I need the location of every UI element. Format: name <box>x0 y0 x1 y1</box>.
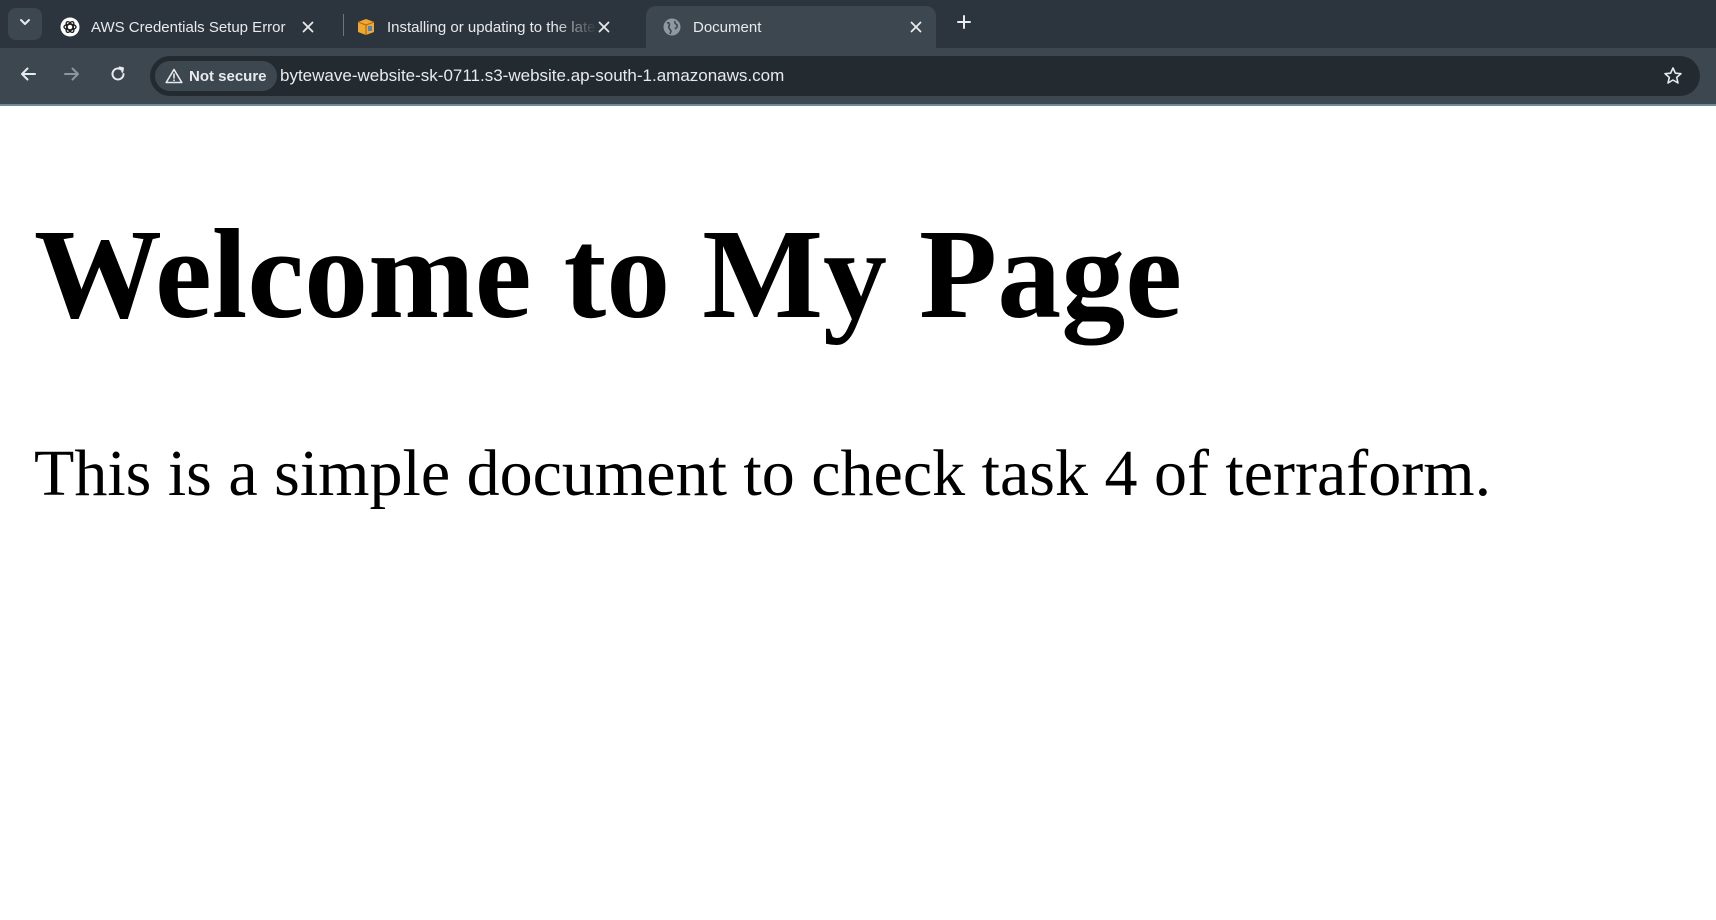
tab-aws-cli-install[interactable]: Installing or updating to the latest ver… <box>340 6 624 48</box>
site-info-button[interactable]: Not secure <box>155 61 277 91</box>
page-paragraph: This is a simple document to check task … <box>34 437 1492 510</box>
tab-strip: AWS Credentials Setup Error Installing o… <box>0 0 1716 48</box>
arrow-right-icon <box>62 64 82 89</box>
browser-window: AWS Credentials Setup Error Installing o… <box>0 0 1716 920</box>
arrow-left-icon <box>18 64 38 89</box>
page-heading: Welcome to My Page <box>34 203 1182 345</box>
openai-icon <box>60 17 80 37</box>
globe-icon <box>662 17 682 37</box>
tab-document[interactable]: Document <box>646 6 936 48</box>
tab-title: AWS Credentials Setup Error <box>91 18 286 36</box>
close-tab-icon[interactable] <box>906 17 926 37</box>
url-text[interactable]: bytewave-website-sk-0711.s3-website.ap-s… <box>280 56 784 96</box>
tab-search-button[interactable] <box>8 8 42 40</box>
browser-toolbar: Not secure bytewave-website-sk-0711.s3-w… <box>0 48 1716 106</box>
back-button[interactable] <box>14 62 42 90</box>
aws-cli-icon <box>356 17 376 37</box>
security-status-label: Not secure <box>189 67 267 85</box>
plus-icon <box>956 14 972 35</box>
forward-button[interactable] <box>58 62 86 90</box>
tab-title: Document <box>693 18 762 36</box>
bookmark-star-icon[interactable] <box>1662 65 1684 87</box>
tab-aws-credentials[interactable]: AWS Credentials Setup Error <box>44 6 328 48</box>
tab-title: Installing or updating to the latest ver… <box>387 18 597 36</box>
address-bar[interactable]: Not secure bytewave-website-sk-0711.s3-w… <box>150 56 1700 96</box>
page-viewport: Welcome to My Page This is a simple docu… <box>0 106 1716 920</box>
close-tab-icon[interactable] <box>298 17 318 37</box>
warning-triangle-icon <box>165 68 183 84</box>
reload-icon <box>108 64 128 89</box>
close-tab-icon[interactable] <box>594 17 614 37</box>
chevron-down-icon <box>18 15 32 34</box>
reload-button[interactable] <box>104 62 132 90</box>
new-tab-button[interactable] <box>950 10 978 38</box>
